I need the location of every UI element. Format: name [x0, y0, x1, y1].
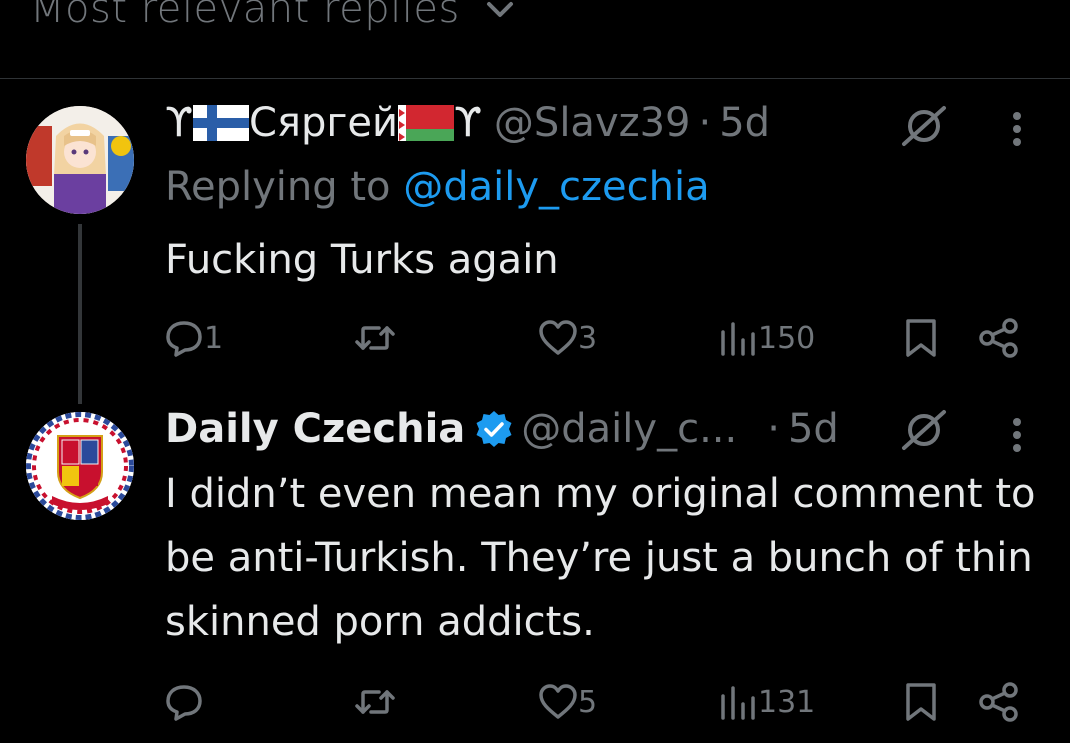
handle[interactable]: @Slavz39 — [494, 100, 691, 146]
more-options-icon[interactable] — [1008, 416, 1026, 454]
replying-to-line: Replying to @daily_czechia — [165, 164, 710, 210]
timestamp[interactable]: 5d — [719, 100, 770, 146]
reply-button[interactable] — [164, 682, 204, 722]
repost-icon — [355, 690, 395, 714]
display-name-suffix: ϒ — [453, 100, 482, 146]
reply-text: Fucking Turks again — [165, 237, 559, 283]
display-name-prefix: ϒ — [165, 100, 193, 146]
replies-sort-header[interactable]: Most relevant replies — [0, 0, 1070, 79]
avatar[interactable] — [26, 412, 134, 520]
grok-icon[interactable] — [900, 104, 950, 148]
belarus-flag-icon — [397, 105, 454, 141]
reply-text: I didn’t even mean my original comment t… — [165, 471, 1036, 645]
bookmark-icon[interactable] — [904, 682, 938, 722]
display-name[interactable]: Сяргей — [249, 100, 398, 146]
reply-author-line: ϒ Сяргей ϒ @Slavz39 · 5d — [165, 100, 770, 146]
bookmark-icon[interactable] — [904, 318, 938, 358]
like-count: 3 — [578, 320, 598, 356]
replying-to-label: Replying to — [165, 164, 391, 210]
czech-coat-of-arms-avatar — [26, 412, 134, 520]
repost-button[interactable] — [355, 318, 395, 358]
reply-button[interactable]: 1 — [164, 318, 223, 358]
views-chart-icon — [721, 686, 755, 720]
repost-icon — [355, 326, 395, 350]
views-chart-icon — [721, 322, 755, 356]
more-options-icon[interactable] — [1008, 110, 1026, 148]
like-button[interactable]: 3 — [538, 318, 597, 358]
separator: · — [767, 406, 780, 452]
grok-icon[interactable] — [900, 408, 950, 452]
verified-badge-icon — [476, 411, 512, 447]
avatar[interactable] — [26, 106, 134, 214]
finland-flag-icon — [192, 105, 249, 141]
thread-connector-line — [78, 224, 82, 404]
reply-bubble-icon — [166, 685, 202, 721]
replying-to-handle-link[interactable]: @daily_czechia — [403, 164, 709, 210]
separator: · — [698, 100, 712, 146]
like-count: 5 — [578, 684, 598, 720]
heart-icon — [539, 320, 577, 355]
views-button[interactable]: 131 — [718, 682, 815, 722]
reply-bubble-icon — [166, 321, 202, 357]
repost-button[interactable] — [355, 682, 395, 722]
reply-author-line: Daily Czechia @daily_c... · 5d — [165, 406, 839, 452]
views-count: 131 — [758, 684, 816, 720]
views-count: 150 — [758, 320, 816, 356]
anime-avatar-image — [26, 106, 134, 214]
chevron-down-icon — [487, 2, 513, 17]
display-name[interactable]: Daily Czechia — [165, 406, 465, 452]
reply-count: 1 — [204, 320, 224, 356]
share-icon[interactable] — [978, 682, 1020, 722]
sort-label: Most relevant replies — [30, 0, 460, 32]
views-button[interactable]: 150 — [718, 318, 815, 358]
share-icon[interactable] — [978, 318, 1020, 358]
like-button[interactable]: 5 — [538, 682, 597, 722]
timestamp[interactable]: 5d — [788, 406, 839, 452]
handle[interactable]: @daily_c... — [521, 406, 737, 452]
heart-icon — [539, 684, 577, 719]
